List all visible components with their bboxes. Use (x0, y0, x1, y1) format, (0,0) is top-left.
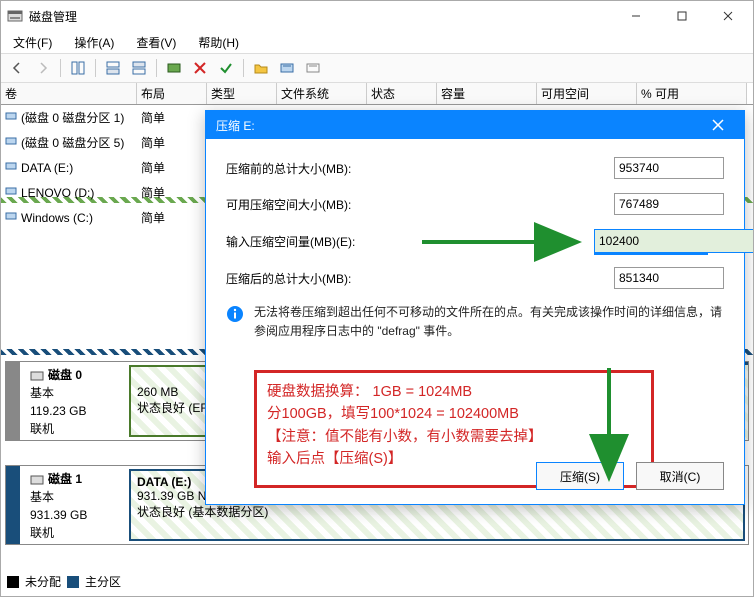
info-icon (226, 305, 244, 323)
callout-line3: 【注意：值不能有小数，有小数需要去掉】 (267, 426, 641, 448)
label-total-before: 压缩前的总计大小(MB): (226, 160, 486, 177)
field-shrink-amount[interactable] (594, 229, 754, 253)
shrink-dialog: 压缩 E: 压缩前的总计大小(MB): 可用压缩空间大小(MB): (205, 110, 745, 505)
label-shrink-amount: 输入压缩空间量(MB)(E): (226, 233, 486, 250)
field-free-space (614, 193, 724, 215)
cancel-button[interactable]: 取消(C) (636, 462, 724, 490)
disk-management-window: 磁盘管理 文件(F) 操作(A) 查看(V) 帮助(H) 卷 布局 类型 文件系… (0, 0, 754, 597)
dialog-overlay: 压缩 E: 压缩前的总计大小(MB): 可用压缩空间大小(MB): (1, 1, 753, 596)
info-line2: 参阅应用程序日志中的 "defrag" 事件。 (254, 324, 459, 338)
dialog-title: 压缩 E: (216, 117, 255, 134)
callout-line1: 硬盘数据换算： 1GB = 1024MB (267, 381, 641, 403)
label-total-after: 压缩后的总计大小(MB): (226, 270, 486, 287)
info-text: 无法将卷压缩到超出任何不可移动的文件所在的点。有关完成该操作时间的详细信息，请 … (226, 303, 724, 341)
info-line1: 无法将卷压缩到超出任何不可移动的文件所在的点。有关完成该操作时间的详细信息，请 (254, 305, 722, 319)
shrink-button[interactable]: 压缩(S) (536, 462, 624, 490)
field-total-after (614, 267, 724, 289)
label-free-space: 可用压缩空间大小(MB): (226, 196, 486, 213)
callout-line2: 分100GB，填写100*1024 = 102400MB (267, 403, 641, 425)
dialog-close-button[interactable] (698, 111, 738, 139)
dialog-body: 压缩前的总计大小(MB): 可用压缩空间大小(MB): 输入压缩空间量(MB)(… (206, 139, 744, 504)
shrink-amount-spinner[interactable]: ▲ ▼ (594, 229, 724, 253)
dialog-titlebar: 压缩 E: (206, 111, 744, 139)
field-total-before (614, 157, 724, 179)
